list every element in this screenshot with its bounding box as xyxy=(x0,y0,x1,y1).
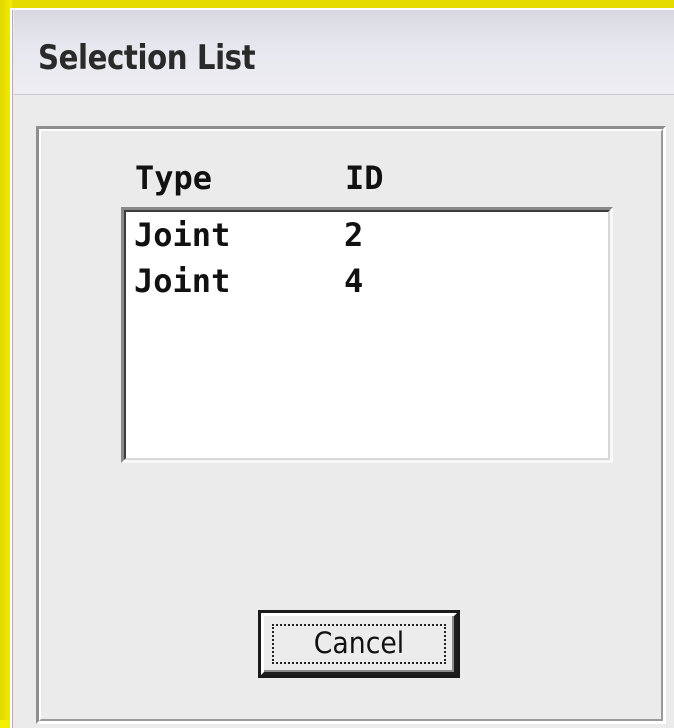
list-item-type: Joint xyxy=(134,262,231,300)
dialog-title: Selection List xyxy=(38,38,256,78)
cancel-button[interactable]: Cancel xyxy=(258,610,460,678)
selection-groupbox: Type ID Joint 2 Joint 4 Cancel xyxy=(36,126,666,724)
list-item-id: 4 xyxy=(344,262,364,300)
selection-listbox[interactable]: Joint 2 Joint 4 xyxy=(121,207,613,463)
list-item-type: Joint xyxy=(134,216,231,254)
list-item[interactable]: Joint 2 xyxy=(134,216,594,256)
dialog-client-area: Type ID Joint 2 Joint 4 Cancel xyxy=(14,96,674,728)
column-header-id: ID xyxy=(345,159,384,197)
dialog-titlebar[interactable]: Selection List xyxy=(14,10,674,95)
desktop-background: Selection List Type ID Joint 2 Joint 4 C… xyxy=(0,0,674,728)
cancel-button-label: Cancel xyxy=(313,626,405,660)
selection-list-dialog: Selection List Type ID Joint 2 Joint 4 C… xyxy=(10,8,674,728)
column-header-type: Type xyxy=(135,159,213,197)
list-item[interactable]: Joint 4 xyxy=(134,262,594,302)
list-item-id: 2 xyxy=(344,216,364,254)
